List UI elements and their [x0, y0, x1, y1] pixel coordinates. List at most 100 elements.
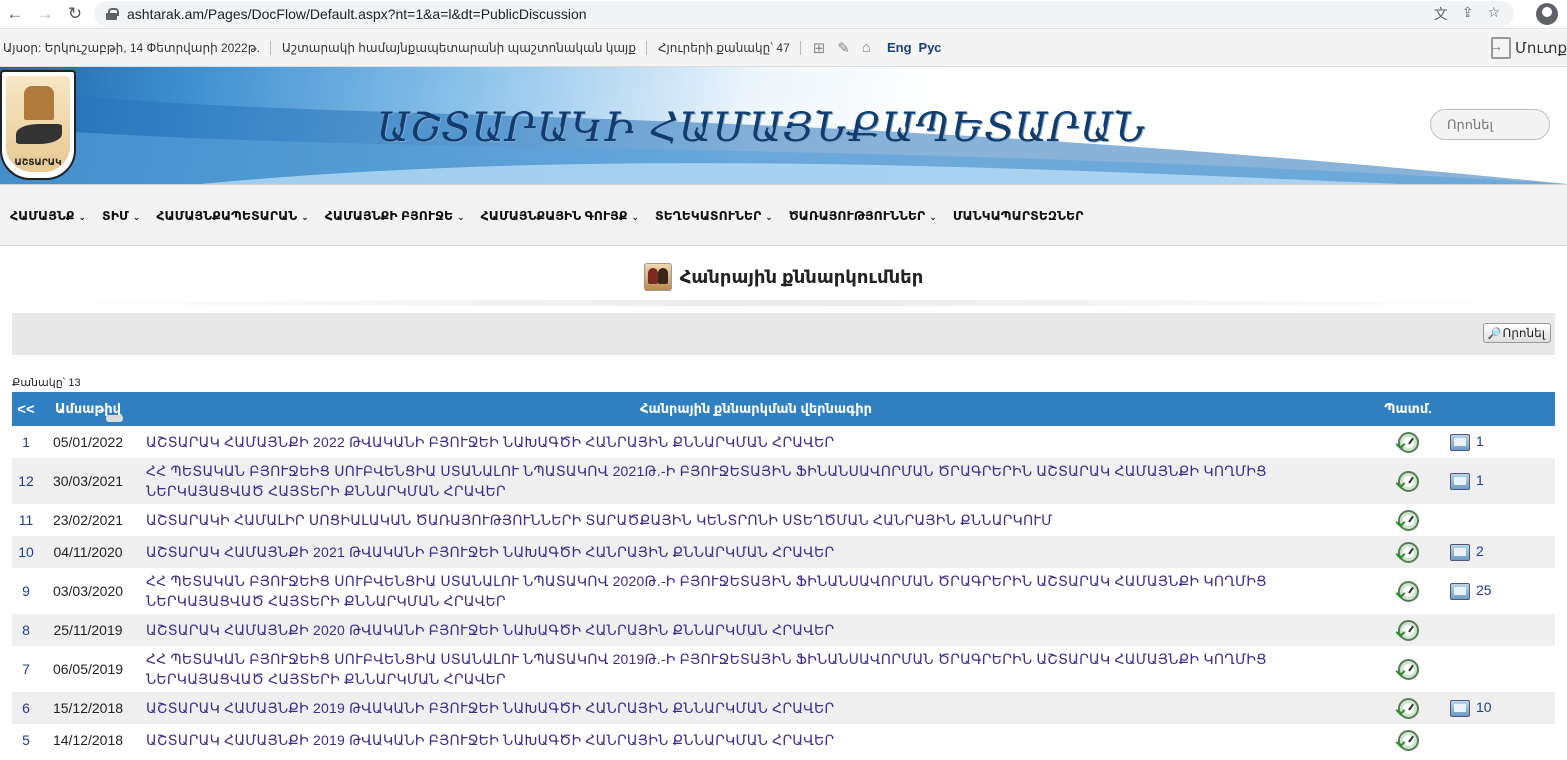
share-icon[interactable]: ⇪: [1462, 4, 1474, 24]
table-row: 12 30/03/2021 ՀՀ ՊԵՏԱԿԱՆ ԲՅՈՒՋԵԻՑ ՍՈՒԲՎԵՆՑ…: [12, 458, 1555, 504]
comment-count[interactable]: 10: [1476, 699, 1492, 715]
discussion-title-link[interactable]: ՀՀ ՊԵՏԱԿԱՆ ԲՅՈՒՋԵԻՑ ՍՈՒԲՎԵՆՑԻԱ ՍՏԱՆԱԼՈՒ …: [136, 646, 1376, 692]
table-row: 10 04/11/2020 ԱՇՏԱՐԱԿ ՀԱՄԱՅՆՔԻ 2021 ԹՎԱԿԱՆ…: [12, 536, 1555, 568]
comment-count[interactable]: 1: [1476, 472, 1484, 488]
lang-russian-link[interactable]: Рус: [919, 40, 942, 55]
discussion-title-link[interactable]: ԱՇՏԱՐԱԿ ՀԱՄԱՅՆՔԻ 2021 ԹՎԱԿԱՆԻ ԲՅՈՒՋԵԻ ՆԱ…: [136, 536, 1376, 568]
comment-count[interactable]: 1: [1476, 433, 1484, 449]
history-cell: [1376, 536, 1440, 568]
comments-cell: 1: [1440, 426, 1555, 458]
row-number: 11: [18, 512, 34, 528]
lock-icon: [106, 8, 119, 20]
chevron-down-icon: ⌄: [631, 211, 639, 222]
discussion-people-icon: [643, 263, 672, 291]
comments-cell: 10: [1440, 692, 1555, 724]
bookmark-star-icon[interactable]: ☆: [1487, 4, 1500, 24]
row-number: 12: [12, 458, 40, 504]
comments-cell: [1440, 614, 1555, 646]
history-clock-icon[interactable]: [1397, 470, 1419, 492]
history-cell: [1376, 458, 1440, 504]
comment-icon[interactable]: [1450, 472, 1470, 490]
magnifier-icon: 🔎: [1487, 327, 1502, 340]
discussion-title-link[interactable]: ՀՀ ՊԵՏԱԿԱՆ ԲՅՈՒՋԵԻՑ ՍՈՒԲՎԵՆՑԻԱ ՍՏԱՆԱԼՈՒ …: [136, 568, 1376, 614]
chevron-down-icon: ⌄: [78, 211, 87, 222]
discussion-title-link[interactable]: ԱՇՏԱՐԱԿ ՀԱՄԱՅՆՔԻ 2022 ԹՎԱԿԱՆԻ ԲՅՈՒՋԵԻ ՆԱ…: [136, 426, 1376, 458]
visitor-count: Հյուրերի քանակը՝ 47: [655, 40, 801, 55]
pin-icon[interactable]: ✎: [837, 39, 850, 57]
home-icon[interactable]: ⌂: [862, 39, 871, 57]
site-banner: ԱՇՏԱՐԱԿ ԱՇՏԱՐԱԿԻ ՀԱՄԱՅՆՔԱՊԵՏԱՐԱՆ: [0, 67, 1567, 184]
back-arrow-icon[interactable]: ←: [0, 0, 30, 29]
crest-text: ԱՇՏԱՐԱԿ: [14, 157, 62, 167]
discussion-title-link[interactable]: ԱՇՏԱՐԱԿ ՀԱՄԱՅՆՔԻ 2019 ԹՎԱԿԱՆԻ ԲՅՈՒՋԵԻ ՆԱ…: [136, 692, 1376, 724]
discussions-table: << Ամսաթիվ Հանրային քննարկման վերնագիր Պ…: [12, 392, 1555, 756]
history-clock-icon[interactable]: [1397, 580, 1419, 602]
history-cell: [1376, 504, 1440, 536]
city-crest-logo[interactable]: ԱՇՏԱՐԱԿ: [0, 70, 76, 180]
url-text: ashtarak.am/Pages/DocFlow/Default.aspx?n…: [127, 6, 587, 22]
sort-icon: [106, 415, 123, 422]
history-cell: [1376, 568, 1440, 614]
row-date: 04/11/2020: [40, 536, 136, 568]
history-clock-icon[interactable]: [1397, 697, 1419, 719]
comments-cell: 25: [1440, 568, 1555, 614]
title-column-header: Հանրային քննարկման վերնագիր: [136, 392, 1376, 426]
page-title: Հանրային քննարկումներ: [679, 266, 924, 287]
comment-icon[interactable]: [1450, 699, 1470, 717]
comment-count[interactable]: 2: [1476, 543, 1484, 559]
discussion-title-link[interactable]: ԱՇՏԱՐԱԿԻ ՀԱՄԱԼԻՐ ՍՈՑԻԱԼԱԿԱՆ ԾԱՌԱՅՈՒԹՅՈՒՆ…: [136, 504, 1376, 536]
row-number: 10: [12, 536, 40, 568]
history-clock-icon[interactable]: [1397, 541, 1419, 563]
filter-bar: 🔎 Որոնել: [12, 313, 1555, 355]
discussion-title-link[interactable]: ՀՀ ՊԵՏԱԿԱՆ ԲՅՈՒՋԵԻՑ ՍՈՒԲՎԵՆՑԻԱ ՍՏԱՆԱԼՈՒ …: [136, 458, 1376, 504]
row-date: 05/01/2022: [52, 434, 124, 450]
discussion-title-link[interactable]: ԱՇՏԱՐԱԿ ՀԱՄԱՅՆՔԻ 2019 ԹՎԱԿԱՆԻ ԲՅՈՒՋԵԻ ՆԱ…: [136, 724, 1376, 756]
reload-icon[interactable]: ↻: [60, 0, 90, 29]
forward-arrow-icon[interactable]: →: [30, 0, 60, 29]
chevron-down-icon: ⌄: [457, 211, 465, 222]
row-number: 5: [22, 732, 30, 748]
browser-toolbar: ← → ↻ ashtarak.am/Pages/DocFlow/Default.…: [0, 0, 1567, 29]
nav-item-lsg[interactable]: ՏԻՄ ⌄: [102, 208, 140, 223]
history-clock-icon[interactable]: [1397, 431, 1419, 453]
nav-item-community[interactable]: ՀԱՄԱՅՆՔ ⌄: [10, 208, 86, 223]
row-date: 25/11/2019: [40, 614, 136, 646]
login-link[interactable]: Մուտք: [1489, 29, 1567, 67]
comments-cell: [1440, 724, 1555, 756]
nav-item-services[interactable]: ԾԱՌԱՅՈՒԹՅՈՒՆՆԵՐ ⌄: [789, 208, 937, 223]
comment-count[interactable]: 25: [1476, 582, 1492, 598]
back-page-link[interactable]: <<: [12, 392, 40, 426]
table-row: 1 05/01/2022 ԱՇՏԱՐԱԿ ՀԱՄԱՅՆՔԻ 2022 ԹՎԱԿԱՆԻ…: [12, 426, 1555, 458]
history-clock-icon[interactable]: [1397, 619, 1419, 641]
nav-item-directories[interactable]: ՏԵՂԵԿԱՏՈՒՆԵՐ ⌄: [655, 208, 773, 223]
chevron-down-icon: ⌄: [301, 211, 309, 222]
search-button[interactable]: 🔎 Որոնել: [1482, 323, 1551, 343]
comment-icon[interactable]: [1450, 433, 1470, 451]
address-bar[interactable]: ashtarak.am/Pages/DocFlow/Default.aspx?n…: [94, 1, 1514, 27]
history-clock-icon[interactable]: [1397, 509, 1419, 531]
login-icon: [1489, 37, 1511, 59]
nav-item-kindergartens[interactable]: ՄԱՆԿԱՊԱՐՏԵԶՆԵՐ: [953, 208, 1084, 223]
chevron-down-icon: ⌄: [132, 211, 141, 222]
sitemap-icon[interactable]: ⊞: [813, 39, 826, 57]
lang-english-link[interactable]: Eng: [887, 40, 912, 55]
history-cell: [1376, 724, 1440, 756]
nav-item-property[interactable]: ՀԱՄԱՅՆՔԱՅԻՆ ԳՈՒՅՔ ⌄: [481, 208, 639, 223]
page-heading: Հանրային քննարկումներ: [0, 246, 1567, 308]
history-clock-icon[interactable]: [1397, 658, 1419, 680]
nav-item-municipality[interactable]: ՀԱՄԱՅՆՔԱՊԵՏԱՐԱՆ ⌄: [156, 208, 308, 223]
site-top-strip: Այսօր: Երկուշաբթի, 14 Փետրվարի 2022թ. Աշ…: [0, 29, 1567, 67]
row-date: 06/05/2019: [52, 661, 124, 677]
comment-icon[interactable]: [1450, 582, 1470, 600]
row-number: 7: [22, 661, 30, 677]
comments-cell: 1: [1440, 458, 1555, 504]
history-clock-icon[interactable]: [1397, 729, 1419, 751]
translate-icon[interactable]: 文: [1434, 4, 1448, 24]
site-search-input[interactable]: [1430, 109, 1550, 140]
comment-icon[interactable]: [1450, 543, 1470, 561]
nav-item-budget[interactable]: ՀԱՄԱՅՆՔԻ ԲՅՈՒՋԵ ⌄: [325, 208, 465, 223]
history-cell: [1376, 646, 1440, 692]
date-column-header[interactable]: Ամսաթիվ: [40, 392, 136, 426]
profile-avatar-icon[interactable]: [1536, 3, 1558, 25]
discussion-title-link[interactable]: ԱՇՏԱՐԱԿ ՀԱՄԱՅՆՔԻ 2020 ԹՎԱԿԱՆԻ ԲՅՈՒՋԵԻ ՆԱ…: [136, 614, 1376, 646]
